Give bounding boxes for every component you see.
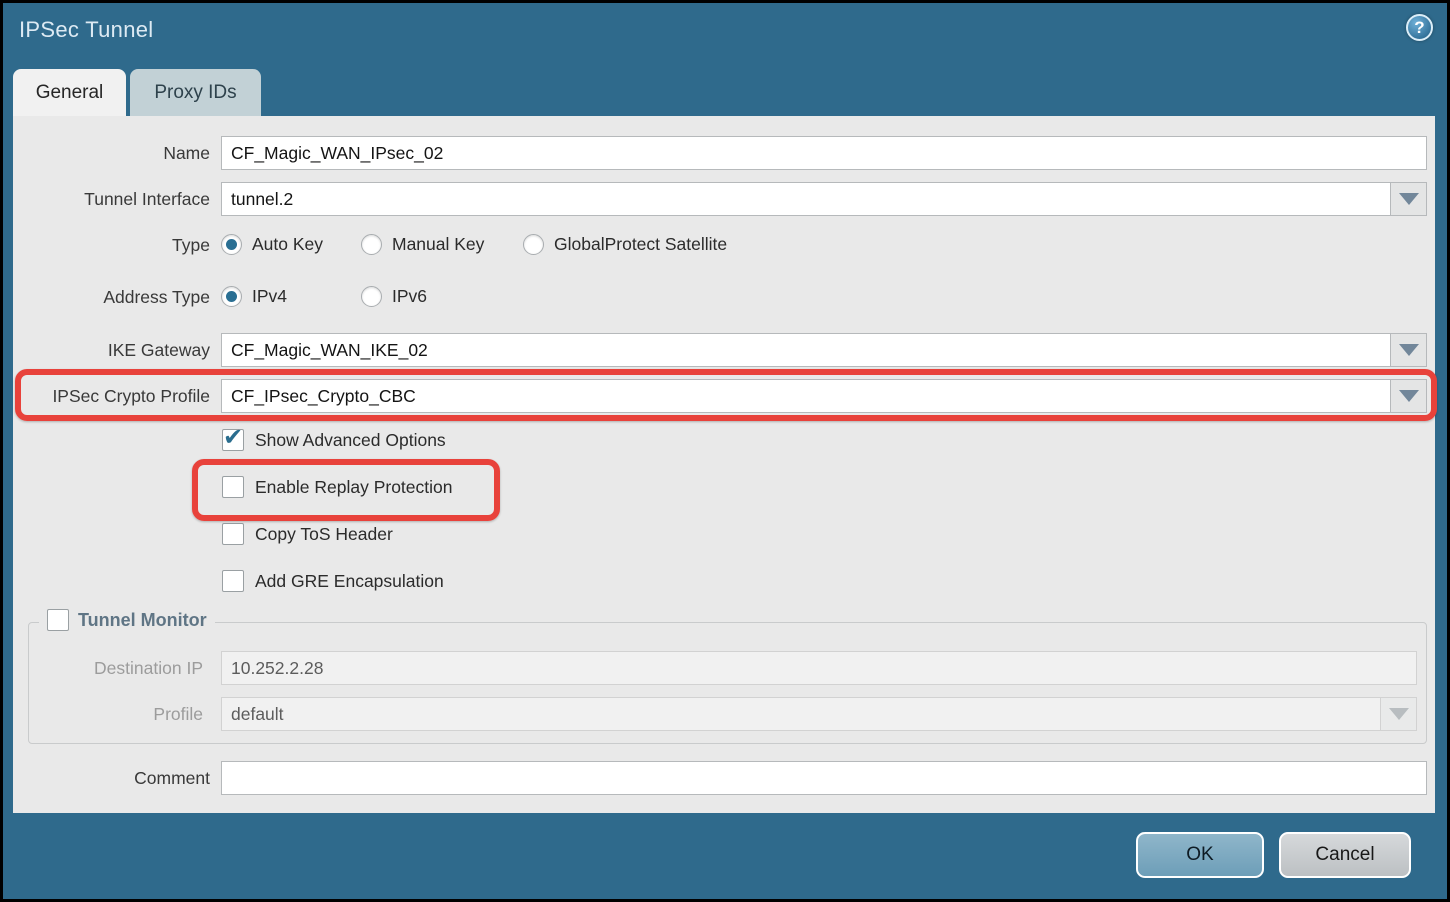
- radio-button-icon[interactable]: [523, 234, 544, 255]
- chevron-down-icon: [1399, 193, 1419, 205]
- radio-button-icon[interactable]: [361, 234, 382, 255]
- checkbox-checked-icon[interactable]: ✔: [222, 429, 244, 451]
- radio-manual-key[interactable]: Manual Key: [361, 234, 484, 255]
- cancel-button[interactable]: Cancel: [1279, 832, 1411, 878]
- tunnel-monitor-label: Tunnel Monitor: [78, 610, 207, 631]
- checkbox-enable-replay-protection[interactable]: Enable Replay Protection: [222, 476, 452, 498]
- radio-ipv4[interactable]: IPv4: [221, 286, 287, 307]
- profile-select: default: [221, 697, 1417, 731]
- comment-input[interactable]: [221, 761, 1427, 795]
- tab-general-label: General: [36, 82, 104, 104]
- radio-globalprotect-satellite[interactable]: GlobalProtect Satellite: [523, 234, 727, 255]
- checkbox-unchecked-icon[interactable]: [222, 570, 244, 592]
- checkbox-show-advanced-options-label: Show Advanced Options: [255, 430, 446, 451]
- radio-button-icon[interactable]: [361, 286, 382, 307]
- checkbox-copy-tos-header-label: Copy ToS Header: [255, 524, 393, 545]
- tunnel-interface-value: tunnel.2: [222, 189, 1390, 210]
- ipsec-tunnel-dialog: IPSec Tunnel ? General Proxy IDs Name CF…: [0, 0, 1450, 902]
- checkbox-unchecked-icon[interactable]: [222, 523, 244, 545]
- radio-globalprotect-satellite-label: GlobalProtect Satellite: [554, 234, 727, 255]
- radio-auto-key[interactable]: Auto Key: [221, 234, 323, 255]
- tab-proxy-ids[interactable]: Proxy IDs: [130, 69, 261, 116]
- tunnel-interface-select[interactable]: tunnel.2: [221, 182, 1427, 216]
- tunnel-interface-label: Tunnel Interface: [3, 182, 210, 216]
- radio-ipv6[interactable]: IPv6: [361, 286, 427, 307]
- ike-gateway-value: CF_Magic_WAN_IKE_02: [222, 340, 1390, 361]
- destination-ip-input: 10.252.2.28: [221, 651, 1417, 685]
- comment-label: Comment: [3, 761, 210, 795]
- help-icon[interactable]: ?: [1406, 14, 1433, 41]
- checkbox-copy-tos-header[interactable]: Copy ToS Header: [222, 523, 393, 545]
- ipsec-crypto-profile-value: CF_IPsec_Crypto_CBC: [222, 386, 1390, 407]
- dialog-footer: OK Cancel: [6, 813, 1444, 896]
- radio-manual-key-label: Manual Key: [392, 234, 484, 255]
- checkbox-add-gre-encapsulation-label: Add GRE Encapsulation: [255, 571, 444, 592]
- radio-auto-key-label: Auto Key: [252, 234, 323, 255]
- checkbox-add-gre-encapsulation[interactable]: Add GRE Encapsulation: [222, 570, 444, 592]
- address-type-label: Address Type: [3, 286, 210, 308]
- ike-gateway-dropdown-button[interactable]: [1390, 334, 1426, 366]
- destination-ip-label: Destination IP: [3, 651, 203, 685]
- checkbox-unchecked-icon[interactable]: [222, 476, 244, 498]
- ipsec-crypto-profile-label: IPSec Crypto Profile: [3, 379, 210, 413]
- chevron-down-icon: [1389, 708, 1409, 720]
- tab-proxy-ids-label: Proxy IDs: [154, 82, 236, 104]
- tunnel-interface-dropdown-button[interactable]: [1390, 183, 1426, 215]
- checkbox-show-advanced-options[interactable]: ✔ Show Advanced Options: [222, 429, 446, 451]
- check-icon: ✔: [223, 423, 243, 452]
- checkbox-tunnel-monitor[interactable]: [47, 609, 69, 631]
- name-value: CF_Magic_WAN_IPsec_02: [231, 143, 443, 164]
- ike-gateway-select[interactable]: CF_Magic_WAN_IKE_02: [221, 333, 1427, 367]
- tunnel-monitor-legend: Tunnel Monitor: [39, 609, 215, 631]
- chevron-down-icon: [1399, 390, 1419, 402]
- type-label: Type: [3, 234, 210, 256]
- dialog-title: IPSec Tunnel: [19, 17, 153, 43]
- profile-dropdown-button: [1380, 698, 1416, 730]
- checkbox-enable-replay-protection-label: Enable Replay Protection: [255, 477, 452, 498]
- radio-ipv4-label: IPv4: [252, 286, 287, 307]
- name-label: Name: [3, 136, 210, 170]
- name-input[interactable]: CF_Magic_WAN_IPsec_02: [221, 136, 1427, 170]
- ike-gateway-label: IKE Gateway: [3, 333, 210, 367]
- radio-button-icon[interactable]: [221, 286, 242, 307]
- radio-button-icon[interactable]: [221, 234, 242, 255]
- profile-value: default: [222, 704, 1380, 725]
- radio-ipv6-label: IPv6: [392, 286, 427, 307]
- destination-ip-value: 10.252.2.28: [231, 658, 323, 679]
- ipsec-crypto-profile-select[interactable]: CF_IPsec_Crypto_CBC: [221, 379, 1427, 413]
- ipsec-crypto-profile-dropdown-button[interactable]: [1390, 380, 1426, 412]
- chevron-down-icon: [1399, 344, 1419, 356]
- profile-label: Profile: [3, 697, 203, 731]
- ok-button[interactable]: OK: [1136, 832, 1264, 878]
- tab-general[interactable]: General: [13, 69, 126, 116]
